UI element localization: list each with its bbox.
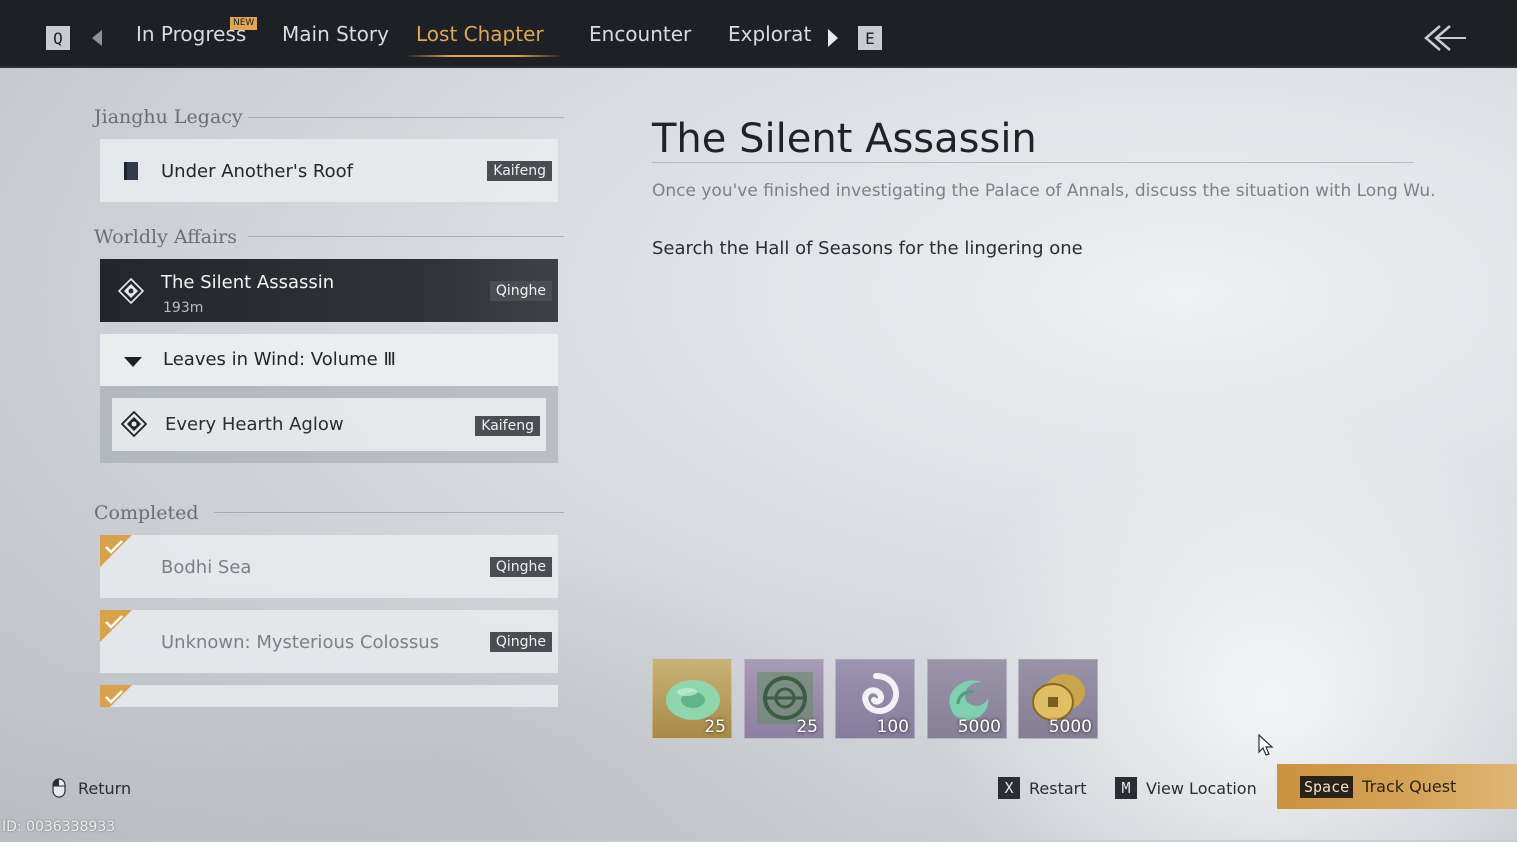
quest-title: Under Another's Roof — [161, 161, 353, 182]
tab-lost-chapter[interactable]: Lost Chapter — [416, 22, 544, 46]
section-completed: Completed — [94, 502, 199, 524]
collapse-triangle-icon — [124, 357, 142, 367]
quest-item-bodhi-sea[interactable]: Bodhi Sea Qinghe — [100, 535, 558, 598]
section-divider — [214, 512, 564, 513]
return-label: Return — [78, 778, 132, 798]
quest-group-leaves-in-wind[interactable]: Leaves in Wind: Volume Ⅲ — [100, 334, 558, 386]
quest-item-the-silent-assassin[interactable]: The Silent Assassin 193m Qinghe — [100, 259, 558, 322]
group-title: Leaves in Wind: Volume Ⅲ — [163, 349, 396, 370]
view-location-label: View Location — [1146, 778, 1257, 798]
reward-count: 100 — [876, 717, 909, 737]
key-space-hint: Space — [1300, 775, 1354, 798]
tab-exploration[interactable]: Explorati — [728, 22, 812, 46]
tab-encounter[interactable]: Encounter — [589, 22, 691, 46]
key-x-hint: X — [998, 777, 1020, 799]
mouse-icon — [52, 778, 66, 798]
reward-slot[interactable]: 25 — [744, 659, 824, 739]
top-nav-bar: Q In Progress NEW Main Story Lost Chapte… — [0, 0, 1517, 68]
active-tab-underline — [404, 55, 564, 57]
return-button[interactable]: Return — [52, 776, 131, 800]
reward-count: 25 — [704, 717, 726, 737]
quest-title: Every Hearth Aglow — [165, 414, 344, 435]
book-icon — [124, 162, 138, 180]
mouse-cursor-icon — [1258, 734, 1274, 756]
title-divider — [652, 162, 1414, 163]
next-tab-arrow-icon[interactable] — [828, 29, 838, 47]
completed-check-icon — [100, 685, 132, 707]
location-tag: Qinghe — [489, 557, 552, 577]
location-tag: Qinghe — [489, 632, 552, 652]
section-jianghu-legacy: Jianghu Legacy — [94, 106, 243, 128]
quest-title: The Silent Assassin — [161, 272, 335, 293]
reward-slot[interactable]: 5000 — [1018, 659, 1098, 739]
location-tag: Kaifeng — [475, 416, 540, 436]
completed-check-icon — [100, 535, 132, 567]
quest-title: Bodhi Sea — [161, 557, 252, 578]
key-q-hint[interactable]: Q — [46, 26, 70, 50]
quest-objective: Search the Hall of Seasons for the linge… — [652, 238, 1083, 259]
section-worldly-affairs: Worldly Affairs — [94, 226, 237, 248]
restart-label: Restart — [1029, 778, 1087, 798]
location-tag: Qinghe — [489, 281, 552, 301]
new-badge: NEW — [230, 17, 258, 30]
quest-item-mysterious-colossus[interactable]: Unknown: Mysterious Colossus Qinghe — [100, 610, 558, 673]
reward-count: 5000 — [957, 717, 1001, 737]
view-location-button[interactable]: M View Location — [1115, 776, 1257, 800]
quest-item-every-hearth-aglow[interactable]: Every Hearth Aglow Kaifeng — [112, 398, 546, 451]
reward-slot[interactable]: 5000 — [927, 659, 1007, 739]
tab-main-story[interactable]: Main Story — [282, 22, 389, 46]
quest-item-partial[interactable] — [100, 685, 558, 707]
restart-button[interactable]: X Restart — [998, 776, 1087, 800]
completed-check-icon — [100, 610, 132, 642]
key-m-hint: M — [1115, 777, 1137, 799]
quest-description: Once you've finished investigating the P… — [652, 181, 1436, 201]
quest-detail-title: The Silent Assassin — [652, 116, 1037, 162]
location-tag: Kaifeng — [487, 161, 552, 181]
key-e-hint[interactable]: E — [858, 26, 882, 50]
section-divider — [248, 117, 564, 118]
player-id: ID: 0036338933 — [2, 819, 116, 835]
track-quest-label: Track Quest — [1362, 777, 1457, 796]
quest-item-under-anothers-roof[interactable]: Under Another's Roof Kaifeng — [100, 139, 558, 202]
reward-count: 25 — [796, 717, 818, 737]
reward-count: 5000 — [1048, 717, 1092, 737]
section-divider — [248, 236, 564, 237]
quest-distance: 193m — [163, 300, 204, 316]
quest-title: Unknown: Mysterious Colossus — [161, 632, 440, 653]
prev-tab-arrow-icon[interactable] — [92, 30, 102, 46]
diamond-quest-icon — [121, 411, 147, 437]
reward-slot[interactable]: 25 — [652, 659, 732, 739]
diamond-quest-icon — [118, 278, 144, 304]
back-arrow-icon[interactable] — [1420, 20, 1468, 56]
track-quest-button[interactable]: Space Track Quest — [1277, 764, 1517, 809]
reward-slot[interactable]: 100 — [835, 659, 915, 739]
